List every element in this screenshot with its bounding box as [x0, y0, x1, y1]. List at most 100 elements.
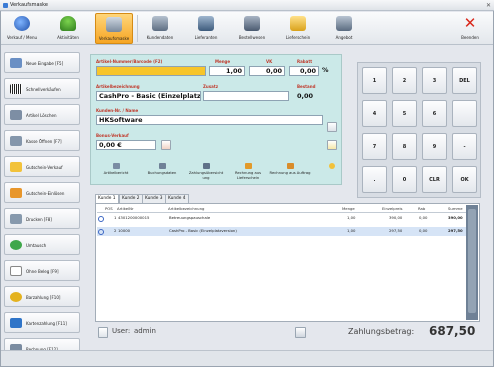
- sidebar-artikel-loeschen[interactable]: Artikel Löschen: [4, 104, 80, 125]
- key-2[interactable]: 2: [392, 67, 417, 94]
- person-order-icon: [244, 16, 260, 31]
- key-7[interactable]: 7: [362, 133, 387, 160]
- card-icon: [10, 318, 22, 328]
- status-bar: [1, 350, 493, 366]
- user-icon[interactable]: [98, 327, 108, 338]
- col-summe: Summe: [448, 206, 463, 211]
- key-1[interactable]: 1: [362, 67, 387, 94]
- window-title: Verkaufsmaske: [10, 2, 48, 8]
- bestand-value: 0,00: [297, 92, 314, 100]
- rabatt-label: Rabatt: [297, 59, 313, 64]
- table-row[interactable]: 1 4301200000015 Betreuungspauschale 1,00…: [97, 214, 466, 223]
- voucher-redeem-icon: [10, 188, 22, 198]
- sidebar-gutschein-einloesen[interactable]: Gutschein-Einlösen: [4, 182, 80, 203]
- register-icon: [106, 17, 122, 32]
- rabatt-input[interactable]: 0,00: [289, 66, 319, 76]
- sidebar-barzahlung[interactable]: Barzahlung [F10]: [4, 286, 80, 307]
- tab-kunde-4[interactable]: Kunde 4: [165, 194, 189, 203]
- bonus-input[interactable]: 0,00 €: [96, 140, 156, 150]
- menge-input[interactable]: 1,00: [209, 66, 245, 76]
- tab-kunde-2[interactable]: Kunde 2: [119, 194, 143, 203]
- scrollbar-thumb[interactable]: [468, 209, 476, 313]
- tab-kunde-3[interactable]: Kunde 3: [142, 194, 166, 203]
- sidebar-gutschein-verkauf[interactable]: Gutschein-Verkauf: [4, 156, 80, 177]
- footer-bar: User: admin Zahlungsbetrag: 687,50: [95, 323, 480, 343]
- bonus-calc-button[interactable]: [161, 140, 171, 150]
- toolbar-kundendaten[interactable]: Kundendaten: [141, 13, 179, 44]
- notes-button[interactable]: [327, 140, 337, 150]
- key-dot[interactable]: .: [362, 166, 387, 193]
- delivery-note-icon: [290, 16, 306, 31]
- calculator-icon[interactable]: [295, 327, 306, 338]
- toolbar-separator: [137, 15, 138, 42]
- toolbar-aktivitaeten[interactable]: Aktivitäten: [49, 13, 87, 44]
- col-menge: Menge: [342, 206, 355, 211]
- key-minus[interactable]: -: [452, 133, 477, 160]
- key-5[interactable]: 5: [392, 100, 417, 127]
- row-select-icon[interactable]: [98, 229, 104, 235]
- action-rechnung-auftrag[interactable]: Rechnung aus Auftrag: [269, 163, 311, 176]
- zusatz-label: Zusatz: [203, 84, 219, 89]
- key-8[interactable]: 8: [392, 133, 417, 160]
- key-6[interactable]: 6: [422, 100, 447, 127]
- key-ok[interactable]: OK: [452, 166, 477, 193]
- description-input[interactable]: CashPro - Basic (Einzelplatzver: [96, 91, 201, 101]
- invoice-from-order-icon: [286, 163, 294, 169]
- window-close-button[interactable]: ✕: [486, 0, 491, 11]
- col-artikelnr: ArtikelNr: [117, 206, 134, 211]
- action-rechnung-lieferschein[interactable]: Rechnung aus Lieferschein: [227, 163, 269, 180]
- toolbar-verkauf-menu[interactable]: Verkauf / Menu: [3, 13, 41, 44]
- article-number-input[interactable]: [96, 66, 206, 76]
- key-4[interactable]: 4: [362, 100, 387, 127]
- key-clr[interactable]: CLR: [422, 166, 447, 193]
- truck-icon: [198, 16, 214, 31]
- cash-drawer-icon: [10, 136, 22, 146]
- new-entry-icon: [10, 58, 22, 68]
- action-buchungsdaten[interactable]: Buchungsdaten: [141, 163, 183, 176]
- sidebar-ohne-beleg[interactable]: Ohne Beleg [F9]: [4, 260, 80, 281]
- table-row[interactable]: 2 10000 CashPro - Basic (Einzelplatzvers…: [97, 227, 466, 236]
- sidebar-kasse-oeffnen[interactable]: Kasse Öffnen [F7]: [4, 130, 80, 151]
- key-del[interactable]: DEL: [452, 67, 477, 94]
- offer-icon: [336, 16, 352, 31]
- customer-input[interactable]: HKSoftware: [96, 115, 323, 125]
- key-9[interactable]: 9: [422, 133, 447, 160]
- action-artikelbericht[interactable]: Artikelbericht: [95, 163, 137, 176]
- action-zahlungsuebersicht[interactable]: Zahlungsübersicht ung: [185, 163, 227, 180]
- key-3[interactable]: 3: [422, 67, 447, 94]
- vk-input[interactable]: 0,00: [249, 66, 285, 76]
- menge-label: Menge: [215, 59, 231, 64]
- user-label: User:: [112, 327, 131, 335]
- toolbar-lieferanten[interactable]: Lieferanten: [187, 13, 225, 44]
- customer-search-button[interactable]: [327, 122, 337, 132]
- sidebar-neue-eingabe[interactable]: Neue Eingabe [F5]: [4, 52, 80, 73]
- toolbar-verkaufsmaske[interactable]: Verkaufsmaske: [95, 13, 133, 44]
- toolbar-beenden[interactable]: ✕ Beenden: [451, 13, 489, 44]
- total-value: 687,50: [429, 324, 476, 338]
- toolbar-lieferschein[interactable]: Lieferschein: [279, 13, 317, 44]
- toolbar-bestellwesen[interactable]: Bestellwesen: [233, 13, 271, 44]
- invoice-from-delivery-icon: [244, 163, 252, 169]
- key-blank[interactable]: [452, 100, 477, 127]
- sidebar-schnellverkaeufen[interactable]: Schnellverkäufen: [4, 78, 80, 99]
- sidebar-umtausch[interactable]: Umtausch: [4, 234, 80, 255]
- sidebar-kartenzahlung[interactable]: Kartenzahlung [F11]: [4, 312, 80, 333]
- no-receipt-icon: [10, 266, 22, 276]
- sidebar-drucken[interactable]: Drucken [F8]: [4, 208, 80, 229]
- voucher-icon: [10, 162, 22, 172]
- total-label: Zahlungsbetrag:: [348, 327, 415, 336]
- zusatz-input[interactable]: [203, 91, 289, 101]
- report-icon: [112, 163, 120, 169]
- bestand-label: Bestand: [297, 84, 316, 89]
- app-icon: [3, 3, 8, 8]
- col-bezeichnung: Artikelbezeichnung: [168, 206, 205, 211]
- key-0[interactable]: 0: [392, 166, 417, 193]
- toolbar-angebot[interactable]: Angebot: [325, 13, 363, 44]
- description-label: Artikelbezeichnung: [96, 84, 140, 89]
- people-icon: [152, 16, 168, 31]
- lightbulb-icon: [329, 163, 335, 169]
- table-scrollbar[interactable]: [466, 205, 478, 320]
- article-number-label: Artikel-Nummer/Barcode (F2): [96, 59, 163, 64]
- row-select-icon[interactable]: [98, 216, 104, 222]
- keypad: 1 2 3 DEL 4 5 6 7 8 9 - . 0 CLR OK: [357, 62, 481, 198]
